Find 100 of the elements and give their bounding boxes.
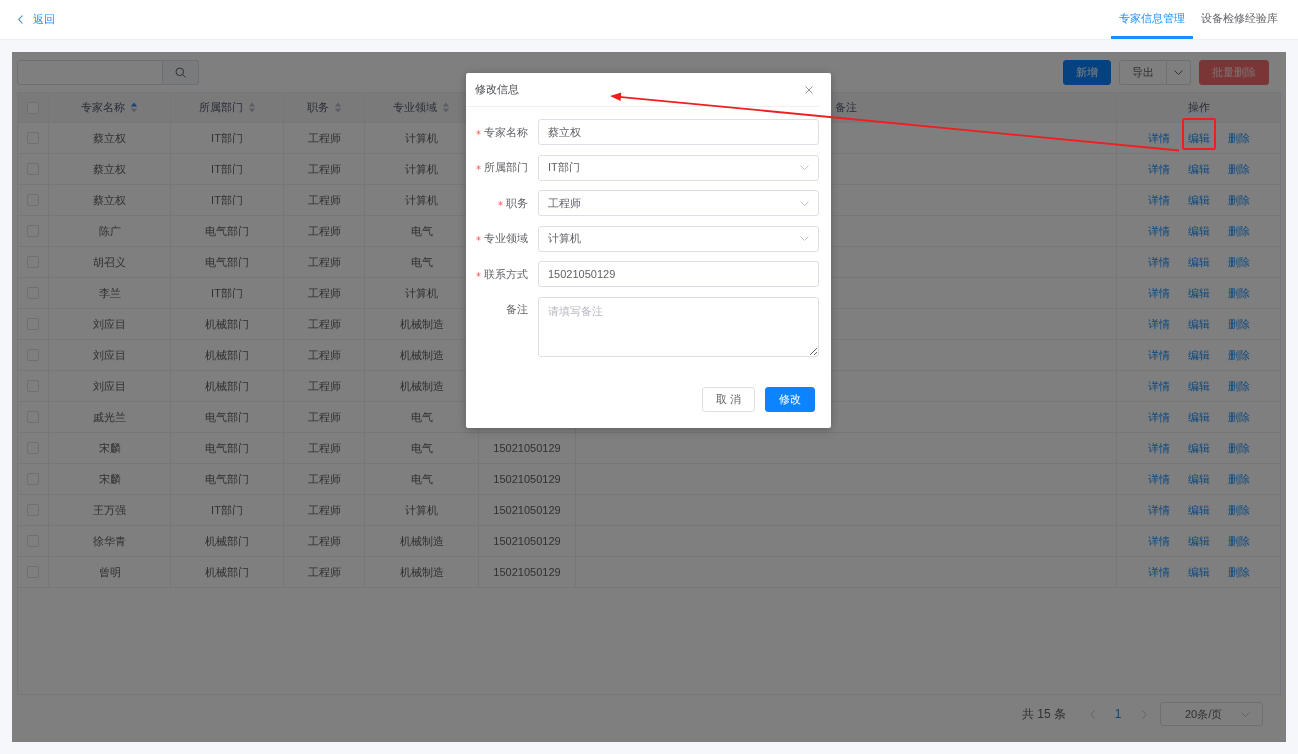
action-link[interactable]: 删除	[1227, 130, 1250, 146]
action-link[interactable]: 详情	[1147, 161, 1170, 177]
action-link[interactable]: 编辑	[1187, 254, 1210, 270]
table-cell: 工程师	[284, 309, 365, 340]
action-link[interactable]: 编辑	[1187, 409, 1210, 425]
page-size-select[interactable]: 20条/页	[1160, 702, 1263, 726]
remark-field[interactable]: 请填写备注	[538, 296, 819, 357]
action-link[interactable]: 编辑	[1187, 130, 1210, 146]
action-link[interactable]: 删除	[1227, 347, 1250, 363]
page-number[interactable]: 1	[1104, 702, 1132, 726]
action-link[interactable]: 详情	[1147, 285, 1170, 301]
select-field[interactable]: 工程师	[538, 190, 819, 217]
table-cell: 工程师	[284, 185, 365, 216]
chevron-down-icon	[1174, 70, 1183, 75]
action-link[interactable]: 详情	[1147, 316, 1170, 332]
sort-icon[interactable]	[130, 102, 138, 113]
action-link[interactable]: 删除	[1227, 564, 1250, 580]
nav-tab[interactable]: 设备检修经验库	[1193, 0, 1286, 39]
action-link[interactable]: 详情	[1147, 409, 1170, 425]
table-cell: IT部门	[171, 123, 284, 154]
action-link[interactable]: 删除	[1227, 378, 1250, 394]
table-cell: 机械部门	[171, 340, 284, 371]
action-link[interactable]: 编辑	[1187, 564, 1210, 580]
action-link[interactable]: 编辑	[1187, 192, 1210, 208]
table-cell: 机械部门	[171, 557, 284, 588]
select-field[interactable]: IT部门	[538, 154, 819, 181]
action-link[interactable]: 删除	[1227, 440, 1250, 456]
action-link[interactable]: 删除	[1227, 533, 1250, 549]
dialog-title: 修改信息	[475, 82, 519, 97]
action-link[interactable]: 删除	[1227, 502, 1250, 518]
action-link[interactable]: 编辑	[1187, 440, 1210, 456]
input-field[interactable]: 蔡立权	[538, 119, 819, 145]
nav-tab[interactable]: 专家信息管理	[1111, 0, 1193, 39]
search-icon	[175, 67, 186, 78]
dropdown-button[interactable]	[1167, 60, 1191, 85]
table-cell: 机械部门	[171, 526, 284, 557]
column-header: 操作	[1187, 100, 1210, 115]
table-cell: 15021050129	[479, 526, 576, 557]
table-cell: 蔡立权	[49, 154, 171, 185]
sort-icon[interactable]	[442, 102, 450, 113]
action-link[interactable]: 详情	[1147, 533, 1170, 549]
action-link[interactable]: 编辑	[1187, 285, 1210, 301]
table-cell: 电气	[365, 433, 479, 464]
table-cell: 电气部门	[171, 216, 284, 247]
action-link[interactable]: 编辑	[1187, 502, 1210, 518]
table-cell: 机械制造	[365, 526, 479, 557]
action-link[interactable]: 删除	[1227, 471, 1250, 487]
action-link[interactable]: 编辑	[1187, 223, 1210, 239]
action-link[interactable]: 详情	[1147, 130, 1170, 146]
table-cell: 刘应目	[49, 340, 171, 371]
sort-icon[interactable]	[247, 102, 256, 113]
action-link[interactable]: 编辑	[1187, 161, 1210, 177]
action-link[interactable]: 删除	[1227, 316, 1250, 332]
cancel-button[interactable]: 取 消	[701, 386, 755, 412]
search-button[interactable]	[163, 60, 199, 85]
confirm-button[interactable]: 修改	[765, 386, 815, 412]
action-link[interactable]: 详情	[1147, 502, 1170, 518]
action-link[interactable]: 详情	[1147, 378, 1170, 394]
action-link[interactable]: 详情	[1147, 347, 1170, 363]
table-cell: 宋麟	[49, 464, 171, 495]
action-link[interactable]: 删除	[1227, 161, 1250, 177]
table-cell: 15021050129	[479, 464, 576, 495]
table-cell: 李兰	[49, 278, 171, 309]
field-label: 专家名称	[484, 124, 528, 140]
column-header: 所属部门	[198, 100, 243, 115]
action-link[interactable]: 编辑	[1187, 316, 1210, 332]
table-cell: 戚光兰	[49, 402, 171, 433]
action-link[interactable]: 详情	[1147, 564, 1170, 580]
action-link[interactable]: 删除	[1227, 223, 1250, 239]
action-link[interactable]: 删除	[1227, 192, 1250, 208]
table-cell: 刘应目	[49, 371, 171, 402]
table-cell: 工程师	[284, 526, 365, 557]
table-cell: 徐华青	[49, 526, 171, 557]
column-header: 专家名称	[81, 100, 125, 115]
action-link[interactable]: 删除	[1227, 409, 1250, 425]
action-link[interactable]: 编辑	[1187, 347, 1210, 363]
field-label: 职务	[506, 195, 528, 211]
sort-icon[interactable]	[333, 102, 342, 113]
action-link[interactable]: 编辑	[1187, 471, 1210, 487]
field-label: 联系方式	[484, 266, 528, 282]
export-button[interactable]: 导出	[1119, 60, 1167, 85]
action-link[interactable]: 删除	[1227, 254, 1250, 270]
chevron-down-icon	[800, 236, 809, 242]
back-button[interactable]: 返回	[18, 0, 55, 39]
action-link[interactable]: 详情	[1147, 471, 1170, 487]
action-link[interactable]: 详情	[1147, 254, 1170, 270]
action-link[interactable]: 编辑	[1187, 378, 1210, 394]
table-cell: 胡召义	[49, 247, 171, 278]
action-link[interactable]: 详情	[1147, 223, 1170, 239]
action-link[interactable]: 详情	[1147, 440, 1170, 456]
table-cell: 电气部门	[171, 247, 284, 278]
action-link[interactable]: 编辑	[1187, 533, 1210, 549]
input-field[interactable]: 15021050129	[538, 261, 819, 288]
select-field[interactable]: 计算机	[538, 225, 819, 252]
table-cell: 电气	[365, 464, 479, 495]
action-link[interactable]: 删除	[1227, 285, 1250, 301]
action-link[interactable]: 详情	[1147, 192, 1170, 208]
add-button[interactable]: 新增	[1063, 60, 1111, 85]
column-header: 职务	[306, 100, 329, 115]
close-icon[interactable]	[805, 85, 813, 94]
